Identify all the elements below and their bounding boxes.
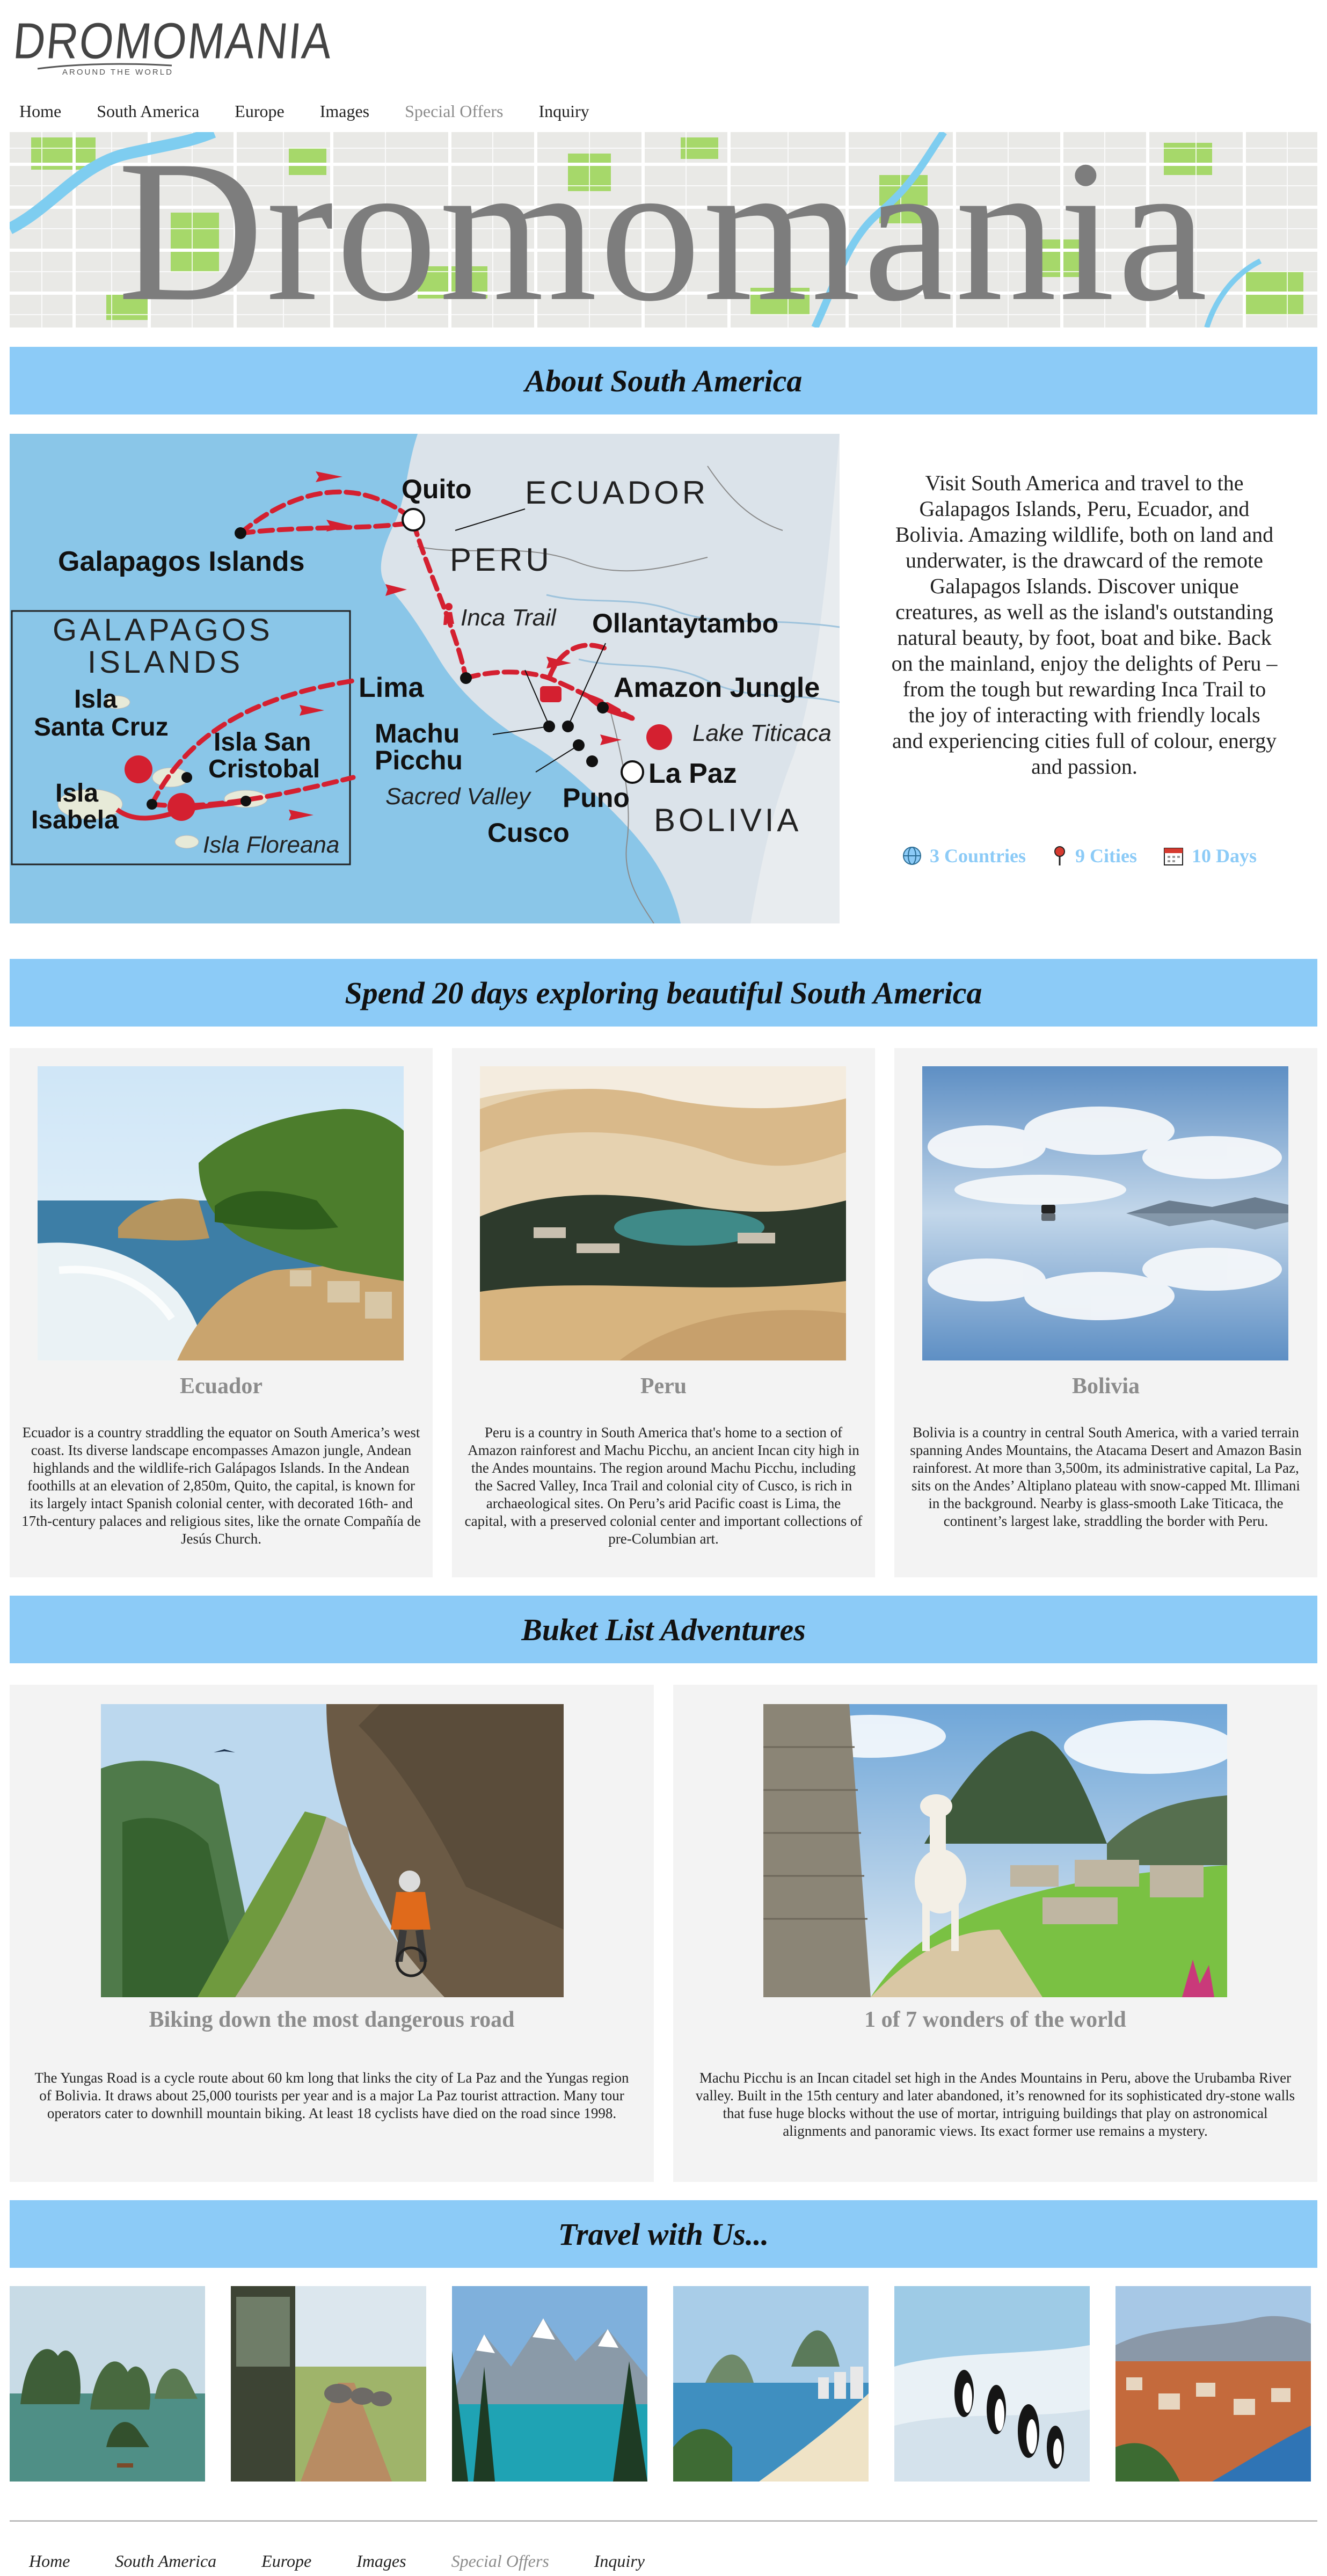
adventure-card-biking: Biking down the most dangerous road The … (10, 1685, 654, 2182)
penguins-photo[interactable] (894, 2286, 1090, 2482)
map-label-floreana: Isla Floreana (203, 832, 339, 858)
beach-city-photo[interactable] (673, 2286, 869, 2482)
map-label-la-paz: La Paz (648, 758, 737, 789)
map-label-santa-cruz-2: Santa Cruz (34, 713, 169, 741)
nav-images[interactable]: Images (320, 101, 369, 121)
stat-countries-label: 3 Countries (930, 845, 1026, 867)
map-label-ollantaytambo: Ollantaytambo (592, 608, 778, 638)
coastal-town-photo[interactable] (1115, 2286, 1311, 2482)
map-label-machu-1: Machu (375, 718, 460, 748)
card-title-peru: Peru (640, 1374, 687, 1399)
card-text-biking: The Yungas Road is a cycle route about 6… (34, 2070, 629, 2121)
explore-banner: Spend 20 days exploring beautiful South … (10, 959, 1317, 1027)
map-label-isabela-1: Isla (55, 779, 98, 807)
footer-nav-special-offers[interactable]: Special Offers (451, 2551, 549, 2571)
ecuador-coast-photo (38, 1066, 404, 1360)
card-text-machu-picchu: Machu Picchu is an Incan citadel set hig… (695, 2070, 1295, 2139)
country-card-peru: Peru Peru is a country in South America … (452, 1048, 875, 1577)
map-label-machu-2: Picchu (375, 745, 463, 775)
machu-picchu-llama-photo (763, 1704, 1227, 1997)
map-label-lima: Lima (359, 672, 424, 703)
map-inset-title-2: ISLANDS (88, 645, 243, 680)
map-label-inca-trail: Inca Trail (461, 605, 557, 631)
map-label-san-cristobal-2: Cristobal (208, 755, 320, 783)
map-label-san-cristobal-1: Isla San (214, 728, 311, 756)
route-map-graphic: Quito Galapagos Islands Ollantaytambo Am… (10, 434, 840, 923)
card-title-bolivia: Bolivia (1071, 1374, 1140, 1399)
yungas-road-biking-photo (101, 1704, 564, 1997)
footer-nav-inquiry[interactable]: Inquiry (594, 2551, 645, 2571)
map-country-bolivia: BOLIVIA (654, 802, 801, 838)
footer-nav-europe[interactable]: Europe (261, 2551, 311, 2571)
stat-days: 10 Days (1163, 845, 1257, 867)
nav-inquiry[interactable]: Inquiry (538, 101, 589, 121)
calendar-icon (1163, 848, 1183, 865)
stat-cities-label: 9 Cities (1075, 845, 1137, 867)
map-inset-title-1: GALAPAGOS (53, 613, 273, 647)
card-title-ecuador: Ecuador (179, 1374, 263, 1399)
hero-banner: Dromomania (10, 132, 1317, 328)
card-text-bolivia: Bolivia is a country in central South Am… (910, 1424, 1302, 1529)
map-label-santa-cruz-1: Isla (74, 685, 117, 714)
hero-title: Dromomania (117, 132, 1210, 328)
mountain-lake-photo[interactable] (452, 2286, 647, 2482)
about-description: Visit South America and travel to the Ga… (891, 471, 1278, 778)
peru-desert-oasis-photo (480, 1066, 846, 1360)
footer-divider (10, 2520, 1317, 2522)
map-pin-icon (1054, 846, 1065, 865)
country-card-bolivia: Bolivia Bolivia is a country in central … (894, 1048, 1317, 1577)
bucket-heading: Buket List Adventures (521, 1612, 806, 1647)
stat-countries: 3 Countries (902, 845, 1026, 867)
country-card-ecuador: Ecuador Ecuador is a country straddling … (10, 1048, 433, 1577)
card-text-peru: Peru is a country in South America that'… (464, 1424, 863, 1547)
travel-banner: Travel with Us... (10, 2200, 1317, 2268)
nav-south-america[interactable]: South America (97, 101, 199, 121)
map-label-cusco: Cusco (487, 818, 570, 848)
footer-nav-home[interactable]: Home (29, 2551, 70, 2571)
adventure-card-machu-picchu: 1 of 7 wonders of the world Machu Picchu… (673, 1685, 1317, 2182)
map-label-lake: Lake Titicaca (692, 720, 832, 746)
nav-special-offers[interactable]: Special Offers (405, 101, 503, 121)
travel-heading: Travel with Us... (558, 2216, 769, 2252)
route-map: Quito Galapagos Islands Ollantaytambo Am… (10, 434, 840, 923)
map-label-quito: Quito (402, 474, 472, 504)
bolivia-salt-flat-photo (922, 1066, 1288, 1360)
map-label-galapagos: Galapagos Islands (58, 546, 305, 577)
map-country-peru: PERU (450, 542, 552, 578)
nav-europe[interactable]: Europe (235, 101, 284, 121)
logo-tagline: AROUND THE WORLD (62, 68, 173, 77)
stat-days-label: 10 Days (1191, 845, 1257, 867)
card-text-ecuador: Ecuador is a country straddling the equa… (21, 1424, 421, 1547)
globe-icon (903, 847, 921, 865)
about-banner: About South America (10, 347, 1317, 414)
karst-bay-photo[interactable] (10, 2286, 205, 2482)
map-label-sacred: Sacred Valley (385, 783, 532, 810)
card-title-biking: Biking down the most dangerous road (149, 2007, 515, 2032)
bucket-banner: Buket List Adventures (10, 1596, 1317, 1663)
explore-heading: Spend 20 days exploring beautiful South … (345, 975, 982, 1010)
map-label-isabela-2: Isabela (31, 806, 119, 834)
map-label-puno: Puno (563, 783, 630, 813)
nav-home[interactable]: Home (19, 101, 61, 121)
about-heading: About South America (524, 363, 803, 398)
trip-stats: 3 Countries 9 Cities 10 Days (902, 845, 1282, 867)
map-label-amazon: Amazon Jungle (614, 672, 820, 703)
elephants-safari-photo[interactable] (231, 2286, 426, 2482)
footer-nav-south-america[interactable]: South America (115, 2551, 216, 2571)
footer-nav-images[interactable]: Images (356, 2551, 406, 2571)
site-logo[interactable]: DROMOMANIA AROUND THE WORLD (11, 13, 336, 85)
stat-cities: 9 Cities (1052, 845, 1137, 867)
top-navigation: Home South America Europe Images Special… (0, 98, 625, 125)
map-country-ecuador: ECUADOR (525, 475, 709, 511)
card-title-machu-picchu: 1 of 7 wonders of the world (864, 2007, 1126, 2032)
footer-navigation: Home South America Europe Images Special… (0, 2549, 690, 2573)
